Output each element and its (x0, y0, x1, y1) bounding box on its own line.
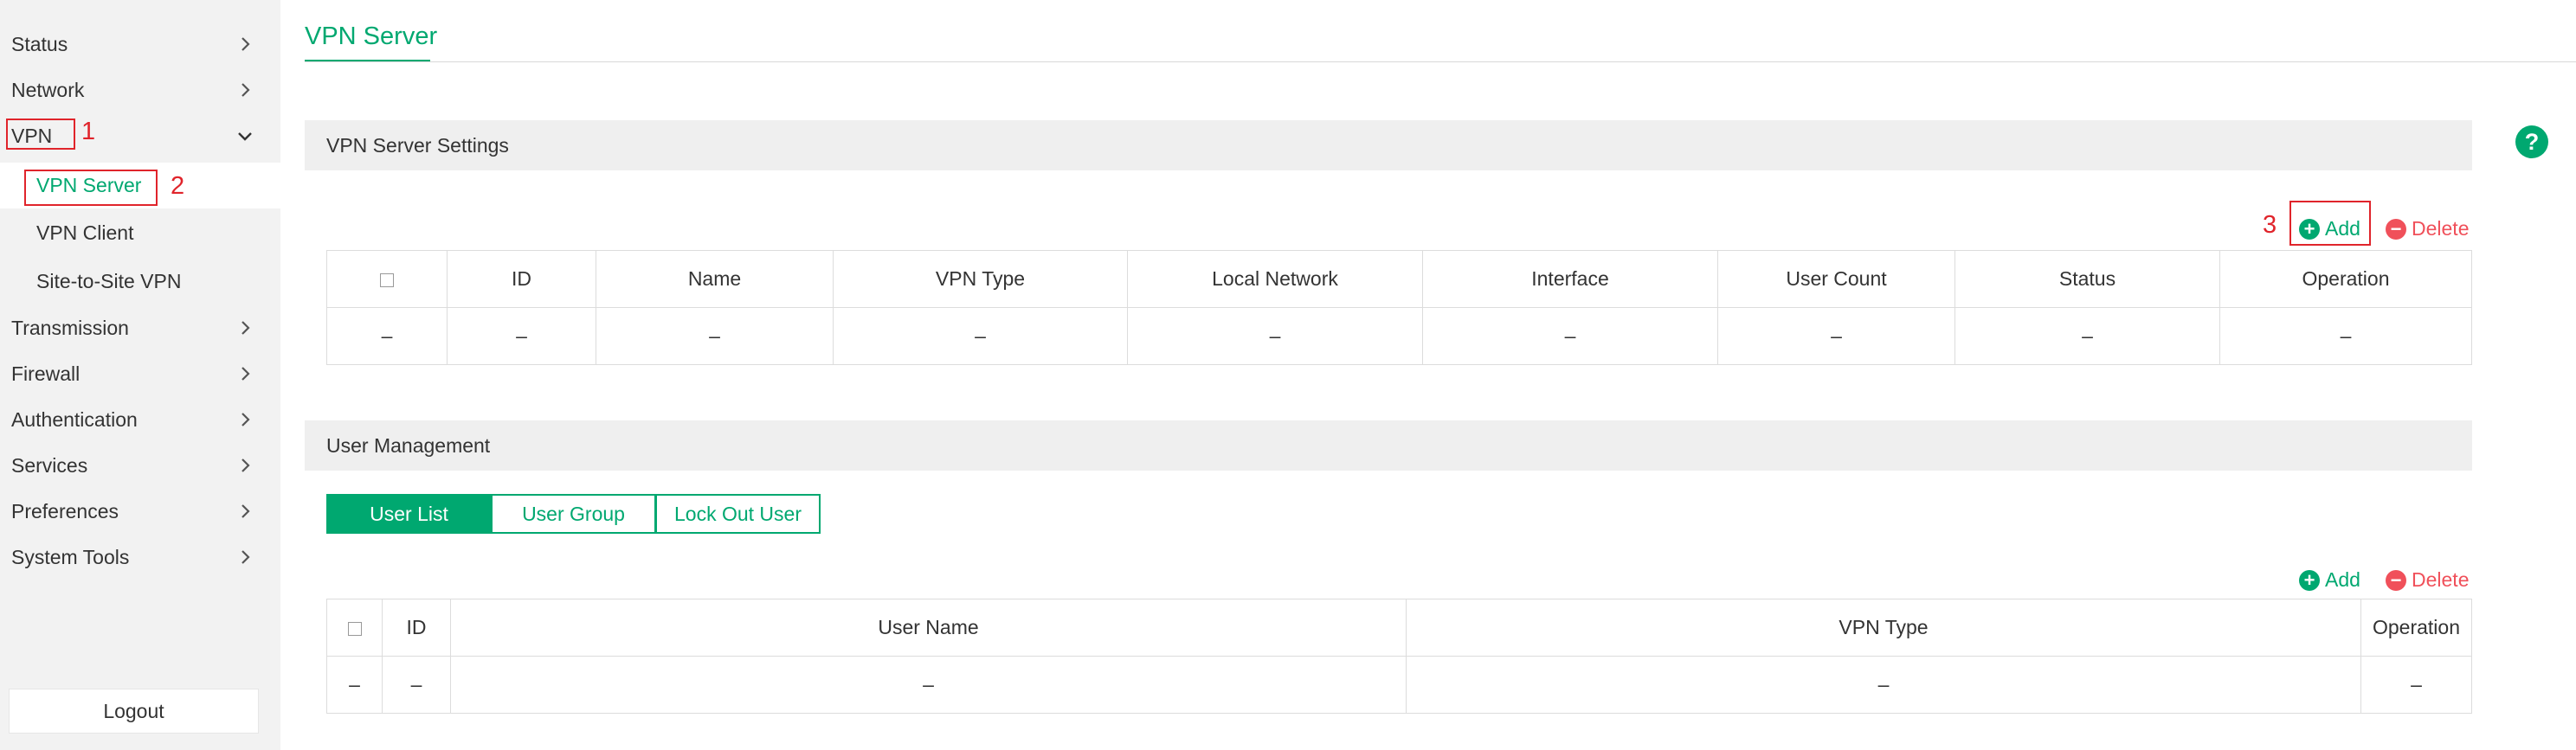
sidebar-item-network[interactable]: Network (0, 67, 280, 113)
tab-lock-out-user[interactable]: Lock Out User (655, 494, 821, 534)
delete-vpn-server-button[interactable]: − Delete (2386, 217, 2469, 240)
column-header: Operation (2219, 250, 2472, 308)
sidebar-item-label: Status (11, 33, 68, 55)
table-cell: – (1422, 307, 1718, 365)
column-header: Status (1955, 250, 2220, 308)
table-cell: – (2360, 656, 2472, 714)
column-header: Name (596, 250, 834, 308)
table-cell: – (1717, 307, 1955, 365)
chevron-right-icon (242, 458, 250, 472)
divider (305, 61, 2576, 62)
user-list-table: ID User Name VPN Type Operation – – – – … (326, 599, 2472, 714)
plus-circle-icon: + (2299, 218, 2320, 240)
chevron-right-icon (242, 367, 250, 381)
column-header: Interface (1422, 250, 1718, 308)
table-cell: – (326, 307, 448, 365)
table-cell: – (833, 307, 1128, 365)
table-header-row: ID Name VPN Type Local Network Interface… (326, 250, 2472, 308)
sidebar-item-label: Firewall (11, 362, 80, 385)
table-cell: – (1406, 656, 2361, 714)
user-management-tabs: User List User Group Lock Out User (326, 494, 821, 534)
vpn-server-table: ID Name VPN Type Local Network Interface… (326, 250, 2472, 365)
sidebar: Status Network VPN VPN Server VPN Client… (0, 0, 280, 750)
add-label: Add (2325, 217, 2360, 240)
chevron-right-icon (242, 83, 250, 97)
table-cell: – (450, 656, 1407, 714)
sidebar-item-services[interactable]: Services (0, 443, 280, 489)
sidebar-item-label: Site-to-Site VPN (36, 270, 182, 292)
annotation-box-vpn (6, 119, 75, 150)
sidebar-item-label: Authentication (11, 408, 138, 431)
chevron-right-icon (242, 321, 250, 335)
annotation-step-2: 2 (171, 172, 185, 200)
column-header: VPN Type (833, 250, 1128, 308)
add-user-button[interactable]: + Add (2299, 568, 2360, 592)
minus-circle-icon: − (2386, 569, 2406, 591)
sidebar-item-label: Network (11, 79, 85, 101)
table-cell: – (2219, 307, 2472, 365)
table-row: – – – – – (326, 656, 2472, 714)
section-header-vpn-server-settings: VPN Server Settings (305, 120, 2472, 170)
sidebar-item-transmission[interactable]: Transmission (0, 305, 280, 351)
section-header-user-management: User Management (305, 420, 2472, 471)
sidebar-item-status[interactable]: Status (0, 22, 280, 67)
table-row: – – – – – – – – – (326, 307, 2472, 365)
annotation-step-1: 1 (81, 118, 96, 145)
chevron-right-icon (242, 413, 250, 426)
sidebar-item-vpn-client[interactable]: VPN Client (0, 210, 280, 256)
table-cell: – (326, 656, 383, 714)
sidebar-item-site-to-site-vpn[interactable]: Site-to-Site VPN (0, 259, 280, 304)
table-cell: – (382, 656, 451, 714)
section-title: User Management (326, 433, 491, 457)
table-cell: – (447, 307, 596, 365)
delete-label: Delete (2412, 217, 2470, 240)
delete-user-button[interactable]: − Delete (2386, 568, 2469, 592)
help-icon[interactable]: ? (2515, 125, 2548, 158)
minus-circle-icon: − (2386, 218, 2406, 240)
sidebar-item-label: VPN Client (36, 221, 134, 244)
sidebar-item-label: Preferences (11, 500, 119, 522)
add-label: Add (2325, 568, 2360, 591)
column-header: User Name (450, 599, 1407, 657)
column-header: ID (382, 599, 451, 657)
add-vpn-server-button[interactable]: + Add (2299, 217, 2360, 240)
section-title: VPN Server Settings (326, 133, 509, 157)
annotation-box-vpn-server (24, 170, 158, 206)
delete-label: Delete (2412, 568, 2470, 591)
select-all-checkbox[interactable] (347, 621, 362, 636)
column-header: Local Network (1127, 250, 1423, 308)
sidebar-item-firewall[interactable]: Firewall (0, 351, 280, 397)
column-header: ID (447, 250, 596, 308)
sidebar-item-label: System Tools (11, 546, 130, 568)
select-all-checkbox[interactable] (380, 272, 394, 287)
select-all-cell[interactable] (326, 250, 448, 308)
sidebar-item-authentication[interactable]: Authentication (0, 397, 280, 443)
table-cell: – (596, 307, 834, 365)
sidebar-item-label: Services (11, 454, 88, 477)
page-title[interactable]: VPN Server (305, 22, 437, 51)
select-all-cell[interactable] (326, 599, 383, 657)
tab-user-list[interactable]: User List (326, 494, 492, 534)
chevron-right-icon (242, 37, 250, 51)
table-cell: – (1127, 307, 1423, 365)
column-header: VPN Type (1406, 599, 2361, 657)
tab-user-group[interactable]: User Group (491, 494, 656, 534)
logout-button[interactable]: Logout (9, 689, 259, 734)
column-header: Operation (2360, 599, 2472, 657)
sidebar-item-preferences[interactable]: Preferences (0, 489, 280, 535)
sidebar-item-label: Transmission (11, 317, 129, 339)
column-header: User Count (1717, 250, 1955, 308)
annotation-step-3: 3 (2263, 211, 2277, 239)
chevron-down-icon (238, 132, 252, 141)
table-header-row: ID User Name VPN Type Operation (326, 599, 2472, 657)
chevron-right-icon (242, 550, 250, 564)
chevron-right-icon (242, 504, 250, 518)
table-cell: – (1955, 307, 2220, 365)
sidebar-item-system-tools[interactable]: System Tools (0, 535, 280, 580)
plus-circle-icon: + (2299, 569, 2320, 591)
